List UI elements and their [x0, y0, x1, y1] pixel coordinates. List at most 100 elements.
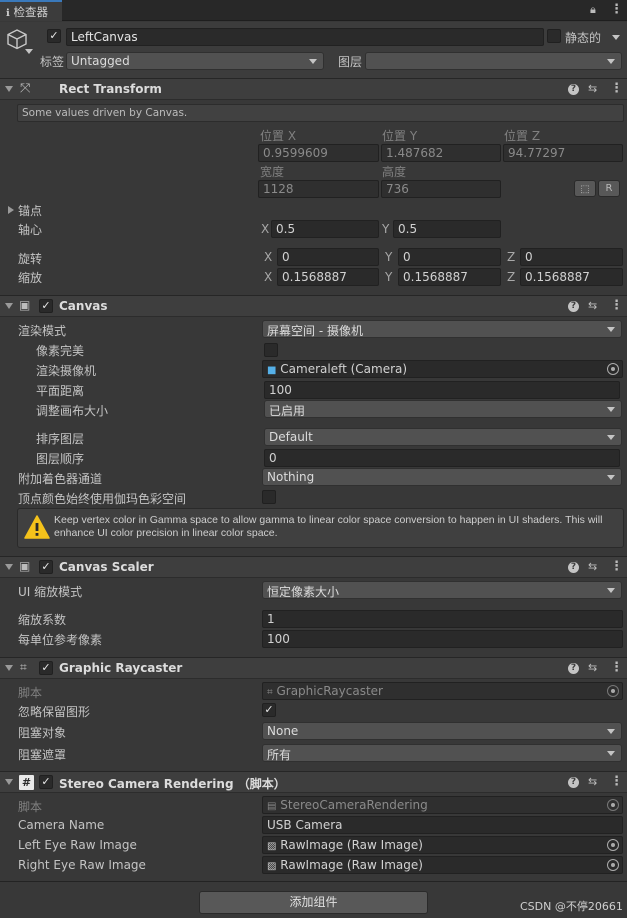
scaler-enabled-checkbox[interactable]: ✓: [39, 560, 53, 574]
width-field[interactable]: 1128: [258, 180, 379, 198]
component-menu-icon[interactable]: ⋮: [610, 298, 623, 313]
rot-z-field[interactable]: 0: [520, 248, 623, 266]
pixel-perfect-checkbox[interactable]: [264, 343, 278, 357]
shader-channels-dropdown[interactable]: Nothing: [262, 468, 622, 486]
stereo-script-value: StereoCameraRendering: [280, 798, 428, 812]
component-menu-icon[interactable]: ⋮: [610, 660, 623, 675]
tag-dropdown[interactable]: Untagged: [66, 52, 324, 70]
pivot-label: 轴心: [18, 223, 43, 237]
help-icon[interactable]: ?: [568, 84, 579, 95]
layer-dropdown[interactable]: [365, 52, 622, 70]
graphic-raycaster-header[interactable]: ⌗ ✓ Graphic Raycaster ? ⇆ ⋮: [0, 657, 627, 679]
scale-z-letter: Z: [507, 270, 516, 284]
sorting-layer-dropdown[interactable]: Default: [264, 428, 622, 446]
raycaster-script-field[interactable]: ⌗ GraphicRaycaster: [262, 682, 623, 700]
rect-transform-header[interactable]: ⤧ Rect Transform ? ⇆ ⋮: [0, 78, 627, 100]
plane-distance-field[interactable]: 100: [264, 381, 620, 399]
rect-transform-title: Rect Transform: [59, 82, 162, 96]
gameobject-cube-icon: [7, 29, 27, 50]
camera-name-field[interactable]: USB Camera: [262, 816, 623, 834]
presets-icon[interactable]: ⇆: [588, 560, 597, 573]
component-menu-icon[interactable]: ⋮: [610, 774, 623, 789]
pos-x-field[interactable]: 0.9599609: [258, 144, 379, 162]
icon-dropdown-arrow[interactable]: [25, 49, 33, 54]
raycaster-icon: ⌗: [20, 660, 27, 674]
raw-edit-button[interactable]: R: [598, 180, 620, 197]
presets-icon[interactable]: ⇆: [588, 82, 597, 95]
component-menu-icon[interactable]: ⋮: [610, 81, 623, 96]
stereo-camera-title: Stereo Camera Rendering （脚本）: [59, 777, 286, 791]
scale-factor-field[interactable]: 1: [262, 610, 623, 628]
active-checkbox[interactable]: ✓: [47, 29, 61, 43]
canvas-scaler-icon: ▣: [19, 559, 31, 573]
presets-icon[interactable]: ⇆: [588, 661, 597, 674]
blueprint-mode-button[interactable]: ⬚: [574, 180, 596, 197]
object-picker-icon[interactable]: [607, 685, 619, 697]
pivot-x-field[interactable]: 0.5: [271, 220, 379, 238]
gamma-checkbox[interactable]: [262, 490, 276, 504]
left-eye-field[interactable]: ▨ RawImage (Raw Image): [262, 836, 623, 854]
scale-z-field[interactable]: 0.1568887: [520, 268, 623, 286]
rect-transform-icon: ⤧: [20, 81, 31, 96]
object-picker-icon[interactable]: [607, 859, 619, 871]
foldout-arrow-icon[interactable]: [5, 303, 13, 309]
tab-bar: ℹ 检查器 🔒︎ ⋮: [0, 0, 627, 21]
object-picker-icon[interactable]: [607, 839, 619, 851]
anchors-label[interactable]: 锚点: [18, 202, 42, 219]
canvas-scaler-header[interactable]: ▣ ✓ Canvas Scaler ? ⇆ ⋮: [0, 556, 627, 578]
raycaster-enabled-checkbox[interactable]: ✓: [39, 661, 53, 675]
right-eye-label: Right Eye Raw Image: [18, 858, 146, 872]
presets-icon[interactable]: ⇆: [588, 775, 597, 788]
help-icon[interactable]: ?: [568, 777, 579, 788]
ref-ppu-label: 每单位参考像素: [18, 633, 103, 647]
foldout-arrow-icon[interactable]: [5, 564, 13, 570]
pos-z-field[interactable]: 94.77297: [503, 144, 623, 162]
pivot-y-field[interactable]: 0.5: [393, 220, 501, 238]
height-field[interactable]: 736: [381, 180, 501, 198]
foldout-arrow-icon[interactable]: [5, 665, 13, 671]
anchors-foldout-icon[interactable]: [8, 206, 14, 214]
canvas-header[interactable]: ▣ ✓ Canvas ? ⇆ ⋮: [0, 295, 627, 317]
tab-inspector[interactable]: ℹ 检查器: [0, 0, 62, 21]
render-mode-dropdown[interactable]: 屏幕空间 - 摄像机: [262, 320, 622, 338]
help-icon[interactable]: ?: [568, 562, 579, 573]
scale-y-field[interactable]: 0.1568887: [398, 268, 501, 286]
foldout-arrow-icon[interactable]: [5, 86, 13, 92]
pos-y-field[interactable]: 1.487682: [381, 144, 501, 162]
blocking-objects-dropdown[interactable]: None: [262, 722, 622, 740]
static-dropdown-arrow[interactable]: [612, 35, 620, 40]
stereo-script-field[interactable]: ▤ StereoCameraRendering: [262, 796, 623, 814]
right-eye-field[interactable]: ▨ RawImage (Raw Image): [262, 856, 623, 874]
static-checkbox[interactable]: [547, 29, 561, 43]
more-options-icon[interactable]: ⋮: [610, 2, 623, 17]
object-picker-icon[interactable]: [607, 363, 619, 375]
resize-canvas-dropdown[interactable]: 已启用: [264, 400, 622, 418]
add-component-button[interactable]: 添加组件: [199, 891, 428, 914]
blocking-mask-dropdown[interactable]: 所有: [262, 744, 622, 762]
lock-icon[interactable]: 🔒︎: [590, 3, 596, 17]
stereo-enabled-checkbox[interactable]: ✓: [39, 775, 53, 789]
component-menu-icon[interactable]: ⋮: [610, 559, 623, 574]
ui-scale-mode-dropdown[interactable]: 恒定像素大小: [262, 581, 622, 599]
canvas-title: Canvas: [59, 299, 108, 313]
ignore-reversed-checkbox[interactable]: ✓: [262, 703, 276, 717]
help-icon[interactable]: ?: [568, 301, 579, 312]
help-icon[interactable]: ?: [568, 663, 579, 674]
object-name-field[interactable]: LeftCanvas: [66, 28, 544, 46]
scale-x-field[interactable]: 0.1568887: [277, 268, 379, 286]
layer-label: 图层: [338, 55, 363, 69]
stereo-camera-header[interactable]: # ✓ Stereo Camera Rendering （脚本） ? ⇆ ⋮: [0, 771, 627, 793]
order-in-layer-field[interactable]: 0: [264, 449, 620, 467]
driven-note-box: Some values driven by Canvas.: [17, 104, 624, 122]
rot-x-field[interactable]: 0: [277, 248, 379, 266]
ref-ppu-field[interactable]: 100: [262, 630, 623, 648]
object-picker-icon[interactable]: [607, 799, 619, 811]
render-camera-field[interactable]: ■ Cameraleft (Camera): [262, 360, 623, 378]
presets-icon[interactable]: ⇆: [588, 299, 597, 312]
canvas-enabled-checkbox[interactable]: ✓: [39, 299, 53, 313]
sorting-layer-value: Default: [269, 430, 313, 444]
rot-z-letter: Z: [507, 250, 516, 264]
rot-y-field[interactable]: 0: [398, 248, 501, 266]
foldout-arrow-icon[interactable]: [5, 779, 13, 785]
rot-x-letter: X: [264, 250, 273, 264]
